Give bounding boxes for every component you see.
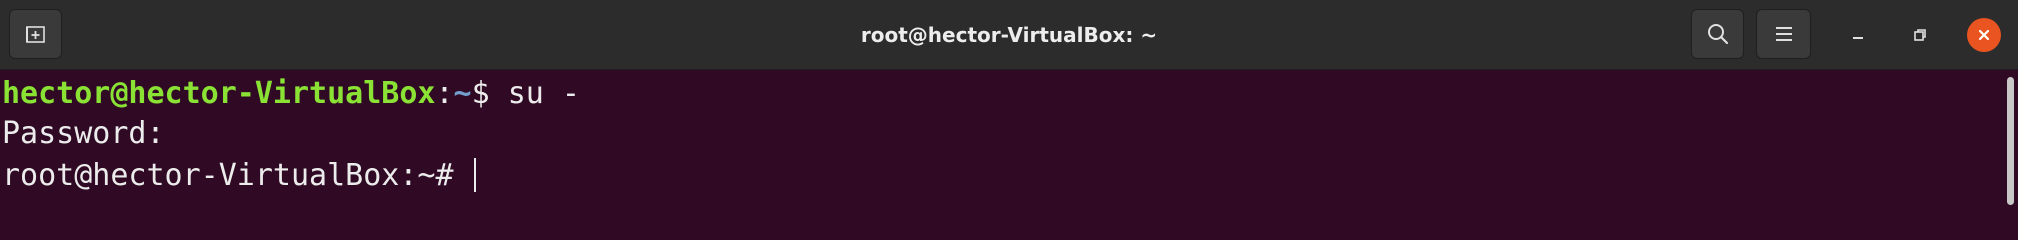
- close-icon: [1978, 29, 1990, 41]
- root-prompt: root@hector-VirtualBox:~#: [2, 158, 472, 193]
- prompt-colon: :: [435, 76, 454, 111]
- restore-icon: [1914, 29, 1926, 41]
- hamburger-menu-icon: [1775, 27, 1792, 41]
- search-icon: [1707, 24, 1728, 45]
- terminal-window: root@hector-VirtualBox: ~ hector@hector-…: [0, 0, 2018, 210]
- prompt-path: ~: [453, 76, 472, 111]
- new-tab-button[interactable]: [9, 9, 62, 59]
- new-tab-icon: [25, 26, 45, 43]
- command-text: su -: [507, 76, 580, 111]
- header-bar: root@hector-VirtualBox: ~: [0, 0, 2018, 70]
- terminal-output[interactable]: hector@hector-VirtualBox:~$ su - Passwor…: [0, 71, 2018, 210]
- terminal-line-root-prompt[interactable]: root@hector-VirtualBox:~#: [2, 156, 476, 196]
- scrollbar[interactable]: [2007, 77, 2014, 205]
- search-button[interactable]: [1691, 9, 1744, 59]
- minimize-button[interactable]: [1841, 18, 1875, 52]
- minimize-icon: [1853, 37, 1863, 39]
- prompt-user-host: hector@hector-VirtualBox: [2, 76, 436, 111]
- text-cursor: [473, 158, 476, 192]
- terminal-line-password: Password:: [2, 116, 165, 151]
- menu-button[interactable]: [1756, 9, 1811, 59]
- close-button[interactable]: [1967, 18, 2001, 52]
- terminal-line-prompt-command: hector@hector-VirtualBox:~$ su -: [2, 74, 580, 114]
- maximize-button[interactable]: [1903, 18, 1937, 52]
- prompt-symbol: $: [471, 76, 508, 111]
